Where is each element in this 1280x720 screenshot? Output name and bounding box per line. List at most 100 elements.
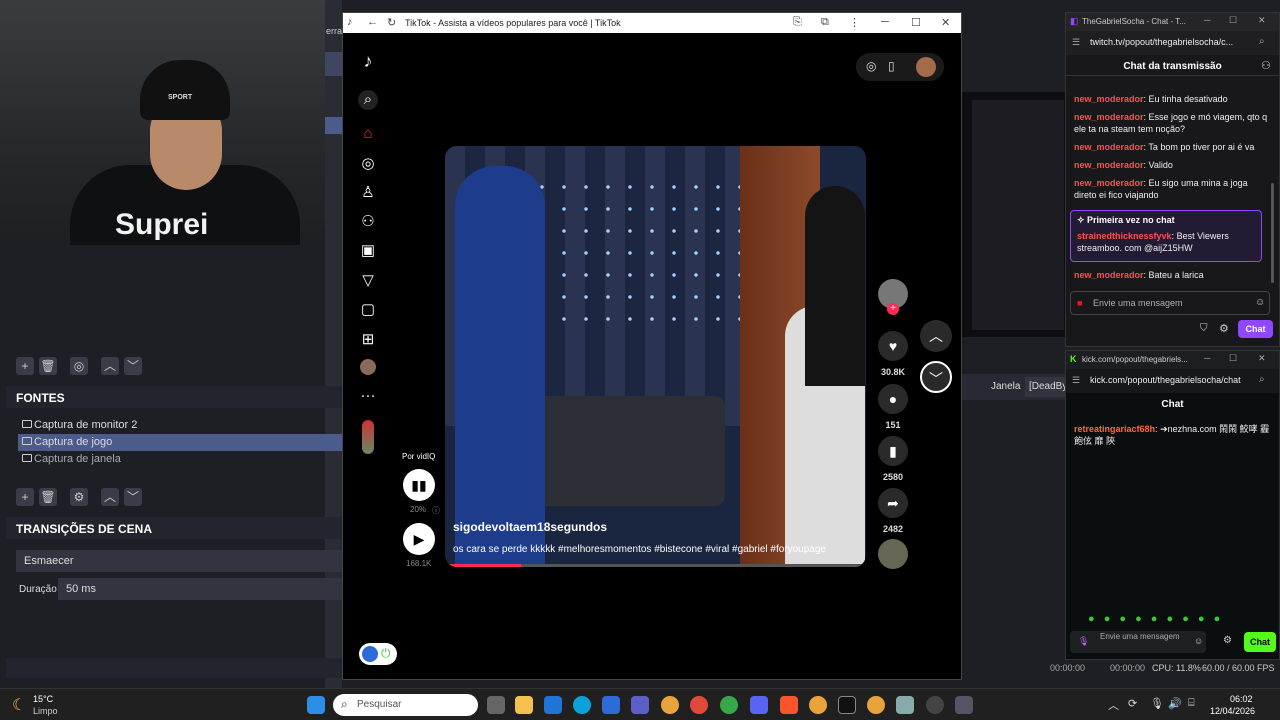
kick-url[interactable]: kick.com/popout/thegabrielsocha/chat (1090, 375, 1241, 385)
chrome-profile-4-icon[interactable] (867, 696, 885, 714)
chrome-profile-3-icon[interactable] (809, 696, 827, 714)
mail-icon[interactable] (544, 696, 562, 714)
maximize-icon[interactable]: ☐ (911, 16, 921, 29)
extensions-icon[interactable]: ⧉ (821, 16, 829, 29)
minimize-icon[interactable]: ─ (881, 16, 889, 28)
info-icon[interactable]: ⓘ (432, 505, 440, 516)
chat-username[interactable]: new_moderador (1074, 160, 1144, 170)
obs-app-icon[interactable] (926, 696, 944, 714)
start-icon[interactable] (307, 696, 325, 714)
chat-username[interactable]: strainedthicknessfyvk (1077, 231, 1172, 241)
chat-username[interactable]: new_moderador (1074, 178, 1144, 188)
tiktok-app-icon[interactable] (838, 696, 856, 714)
scene-up-button[interactable]: ︿ (101, 357, 119, 375)
chrome-icon[interactable] (661, 696, 679, 714)
like-action[interactable]: ♥ 30.8K (877, 331, 909, 377)
video-progress[interactable] (445, 564, 866, 567)
network-icon[interactable]: ⌸ (1188, 697, 1195, 710)
settings-icon[interactable]: ⚙ (1219, 322, 1229, 335)
profile-avatar[interactable] (360, 359, 376, 375)
emote-row[interactable]: ● ● ● ● ● ● ● ● ● (1088, 613, 1238, 625)
follow-plus-icon[interactable]: + (887, 303, 899, 315)
play-icon[interactable]: ▶ (403, 523, 435, 555)
edge-icon[interactable] (573, 696, 591, 714)
weather-moon-icon[interactable]: ☾ (12, 695, 26, 715)
next-video-button[interactable]: ﹀ (920, 361, 952, 393)
file-explorer-icon[interactable] (515, 696, 533, 714)
source-item-game[interactable]: Captura de jogo (18, 434, 342, 451)
messages-icon[interactable]: ▽ (358, 271, 378, 291)
tiktok-logo-icon[interactable]: ♪ (358, 51, 378, 71)
source-item-monitor[interactable]: Captura de monitor 2 (18, 417, 342, 434)
discord-icon[interactable] (750, 696, 768, 714)
teams-icon[interactable] (631, 696, 649, 714)
close-icon[interactable]: ✕ (1258, 15, 1266, 26)
chrome-profile-2-icon[interactable] (720, 696, 738, 714)
video-player[interactable]: sigodevoltaem18segundos os cara se perde… (445, 146, 866, 567)
kick-message-input[interactable]: 🎙 Envie uma mensagem ☺ (1070, 631, 1206, 653)
activity-icon[interactable]: ▢ (358, 300, 378, 320)
extension-toggle[interactable]: ⏻ (359, 643, 397, 665)
sync-icon[interactable]: ⟳ (1128, 697, 1137, 710)
emote-icon[interactable]: ☺ (1194, 636, 1203, 646)
tray-chevron-icon[interactable]: ︿ (1108, 697, 1119, 713)
shield-icon[interactable]: ⛉ (1200, 323, 1208, 334)
taskbar-search[interactable]: ⌕ Pesquisar (333, 694, 478, 716)
transition-select[interactable]: Esmaecer (16, 550, 342, 572)
zoom-icon[interactable]: ⌕ (1259, 36, 1265, 47)
duration-input[interactable]: 50 ms (58, 578, 342, 600)
settings-icon[interactable]: ⚙ (1223, 635, 1232, 646)
phone-icon[interactable]: ▯ (888, 59, 895, 73)
following-icon[interactable]: ♙ (358, 183, 378, 203)
share-icon[interactable]: ➦ (878, 488, 908, 518)
creator-avatar[interactable]: + (877, 279, 909, 315)
clock-time[interactable]: 06:02 (1230, 694, 1253, 704)
source-settings-button[interactable]: ⚙ (70, 488, 88, 506)
more-icon[interactable]: ··· (358, 386, 378, 406)
friends-icon[interactable]: ⚇ (358, 212, 378, 232)
save-action[interactable]: ▮ 2580 (877, 436, 909, 482)
filter-scene-button[interactable]: ◎ (70, 357, 88, 375)
window-select[interactable]: [DeadBy (1025, 377, 1065, 397)
live-icon[interactable]: ▣ (358, 241, 378, 261)
weather-desc[interactable]: Limpo (33, 706, 58, 716)
chat-username[interactable]: new_moderador (1074, 142, 1144, 152)
translate-icon[interactable]: ⎘ (793, 16, 802, 29)
obs-scene-item[interactable] (325, 52, 342, 76)
twitch-message-input[interactable]: ■ Envie uma mensagem ☺ (1070, 291, 1270, 315)
site-info-icon[interactable]: ☰ (1072, 37, 1080, 48)
comment-icon[interactable]: ● (878, 384, 908, 414)
task-view-icon[interactable] (487, 696, 505, 714)
source-up-button[interactable]: ︿ (101, 488, 119, 506)
chat-username[interactable]: new_moderador (1074, 112, 1144, 122)
source-down-button[interactable]: ﹀ (124, 488, 142, 506)
site-info-icon[interactable]: ☰ (1072, 375, 1080, 386)
remove-scene-button[interactable]: 🗑 (39, 357, 57, 375)
twitch-chat-button[interactable]: Chat (1238, 320, 1273, 338)
scene-down-button[interactable]: ﹀ (124, 357, 142, 375)
chrome-profile-icon[interactable] (690, 696, 708, 714)
add-scene-button[interactable]: + (16, 357, 34, 375)
brave-icon[interactable] (780, 696, 798, 714)
twitch-url[interactable]: twitch.tv/popout/thegabrielsocha/c... (1090, 37, 1233, 47)
vidiq-stats-icon[interactable]: ▮▮ (403, 469, 435, 501)
mic-icon[interactable]: 🎙 (1150, 697, 1164, 710)
emote-icon[interactable]: ☺ (1255, 297, 1265, 308)
minimize-icon[interactable]: ─ (1204, 15, 1210, 25)
compass-icon[interactable]: ◎ (866, 59, 876, 73)
scrollbar[interactable] (1271, 183, 1274, 283)
explore-icon[interactable]: ◎ (358, 154, 378, 174)
share-action[interactable]: ➦ 2482 (877, 488, 909, 534)
kick-chat-button[interactable]: Chat (1244, 632, 1276, 652)
weather-temp[interactable]: 15°C (33, 694, 53, 704)
reload-icon[interactable]: ↻ (387, 16, 396, 29)
add-source-button[interactable]: + (16, 488, 34, 506)
chat-username[interactable]: retreatingariacf68h (1074, 424, 1155, 434)
chat-username[interactable]: new_moderador (1074, 270, 1144, 280)
users-icon[interactable]: ⚇ (1261, 59, 1271, 72)
menu-icon[interactable]: ⋮ (849, 16, 860, 29)
speaker-icon[interactable]: 🔊 (1168, 697, 1182, 710)
settings-app-icon[interactable] (896, 696, 914, 714)
obs-scene-item-selected[interactable] (325, 117, 342, 134)
comment-action[interactable]: ● 151 (877, 384, 909, 430)
